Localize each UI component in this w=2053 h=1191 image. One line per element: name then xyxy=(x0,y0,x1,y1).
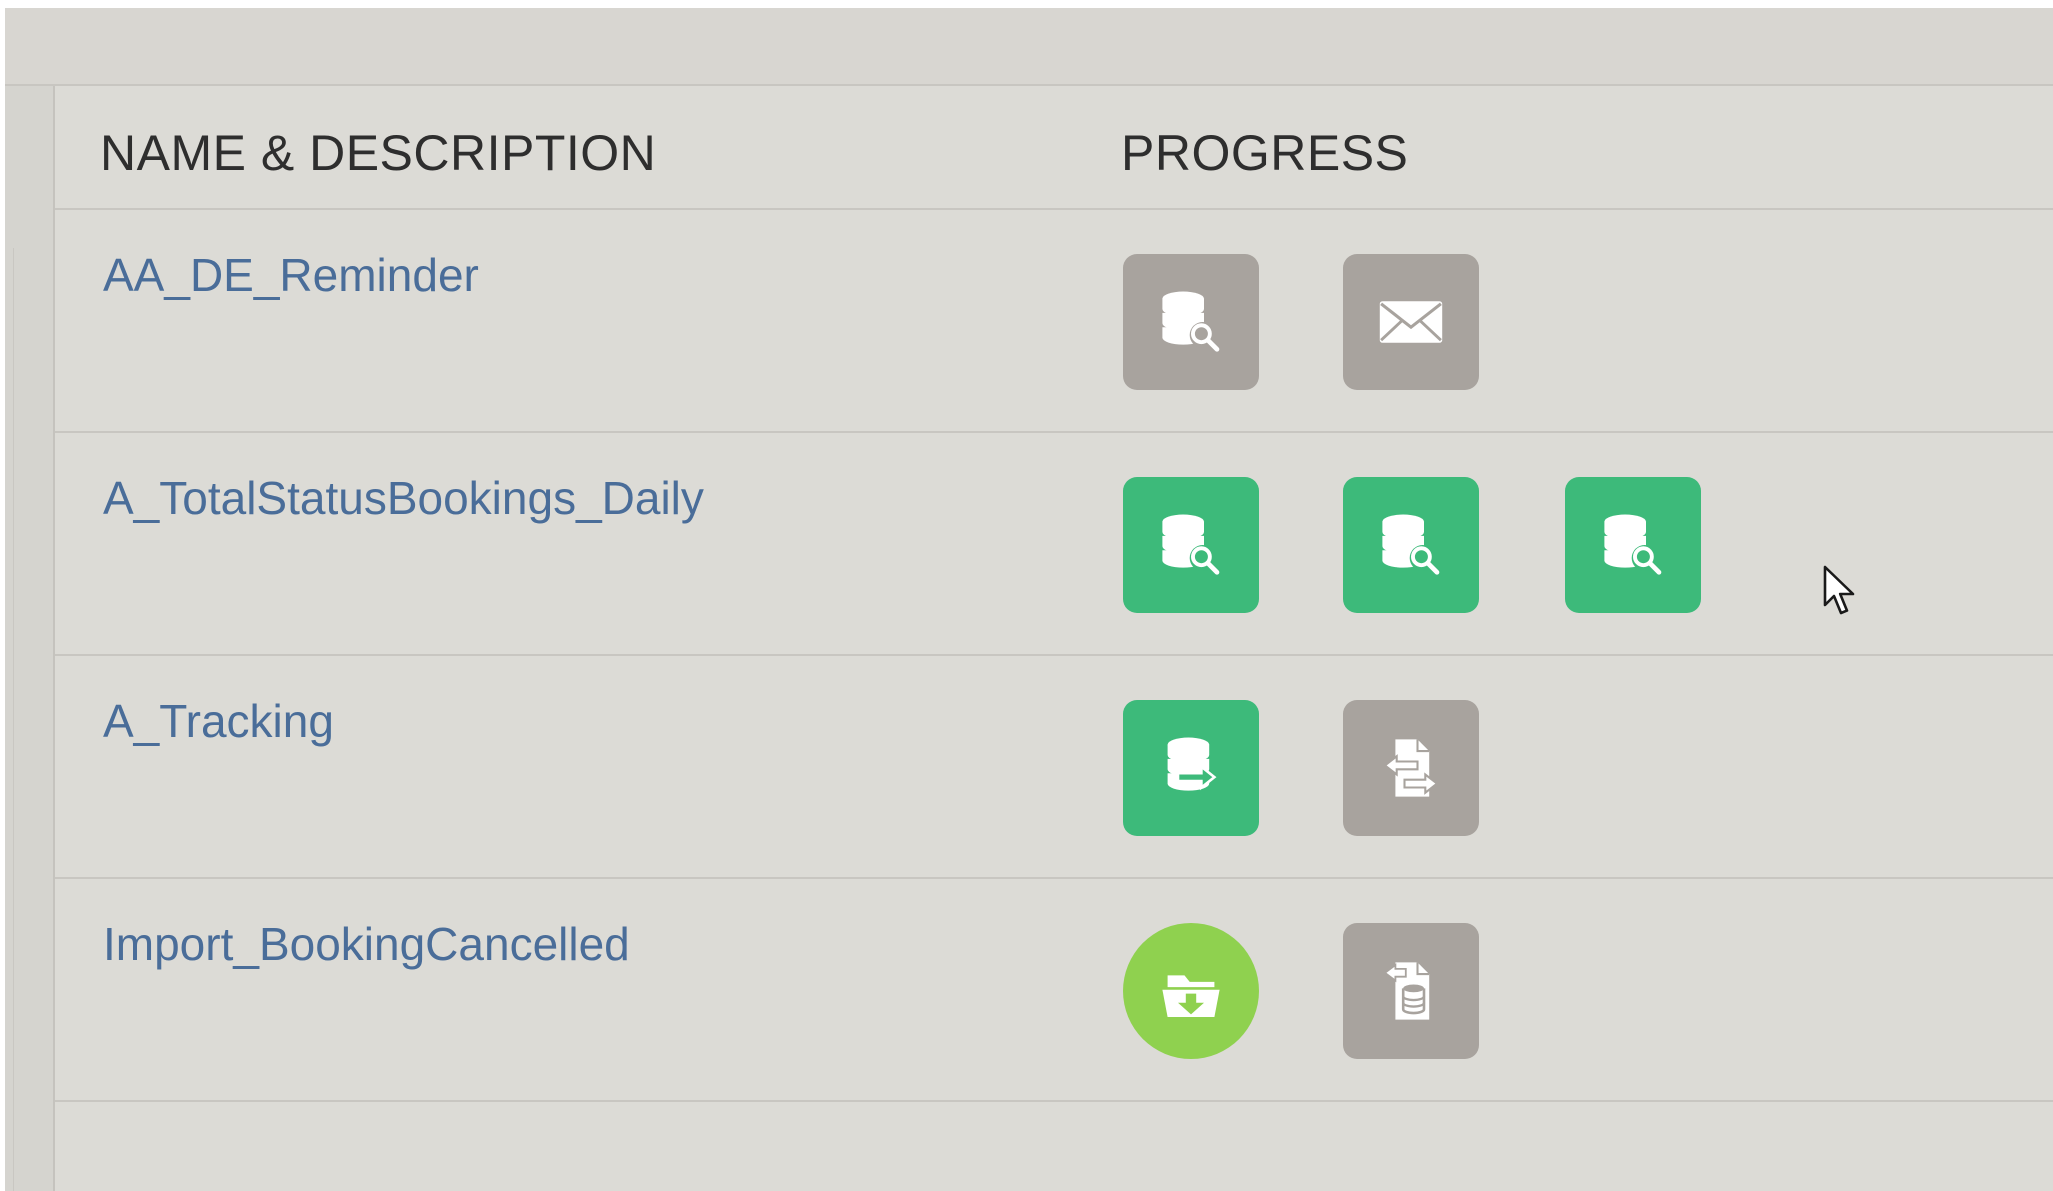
automation-name-link[interactable]: Import_BookingCancelled xyxy=(103,917,630,971)
activity-email-button[interactable] xyxy=(1343,254,1479,390)
table-row: A_TotalStatusBookings_Daily xyxy=(55,433,2053,656)
sql-query-icon xyxy=(1152,283,1230,361)
table-row: Import_BookingCancelled xyxy=(55,879,2053,1102)
file-transfer-icon xyxy=(1372,729,1450,807)
column-header-progress[interactable]: PROGRESS xyxy=(1121,124,1408,182)
table-row: AA_DE_Reminder xyxy=(55,210,2053,433)
data-extract-icon xyxy=(1152,729,1230,807)
gutter-divider xyxy=(5,248,14,1191)
activity-import-button[interactable] xyxy=(1123,923,1259,1059)
toolbar xyxy=(5,8,2053,86)
activity-data-extract-button[interactable] xyxy=(1123,700,1259,836)
import-folder-icon xyxy=(1152,952,1230,1030)
sql-query-icon xyxy=(1594,506,1672,584)
import-file-icon xyxy=(1372,952,1450,1030)
automation-table: NAME & DESCRIPTION PROGRESS AA_DE_Remind… xyxy=(55,86,2053,1191)
table-row: A_Tracking xyxy=(55,656,2053,879)
activity-sql-query-button[interactable] xyxy=(1123,254,1259,390)
automation-name-link[interactable]: A_TotalStatusBookings_Daily xyxy=(103,471,704,525)
table-header: NAME & DESCRIPTION PROGRESS xyxy=(55,86,2053,210)
automation-name-link[interactable]: AA_DE_Reminder xyxy=(103,248,479,302)
sql-query-icon xyxy=(1152,506,1230,584)
activity-file-transfer-button[interactable] xyxy=(1343,700,1479,836)
automation-name-link[interactable]: A_Tracking xyxy=(103,694,334,748)
email-icon xyxy=(1372,283,1450,361)
mouse-pointer-icon xyxy=(1823,565,1855,615)
automation-frame: NAME & DESCRIPTION PROGRESS AA_DE_Remind… xyxy=(5,8,2053,1191)
left-gutter xyxy=(5,86,55,1191)
activity-import-file-button[interactable] xyxy=(1343,923,1479,1059)
activity-sql-query-button[interactable] xyxy=(1565,477,1701,613)
activity-sql-query-button[interactable] xyxy=(1123,477,1259,613)
sql-query-icon xyxy=(1372,506,1450,584)
activity-sql-query-button[interactable] xyxy=(1343,477,1479,613)
column-header-name[interactable]: NAME & DESCRIPTION xyxy=(100,124,656,182)
